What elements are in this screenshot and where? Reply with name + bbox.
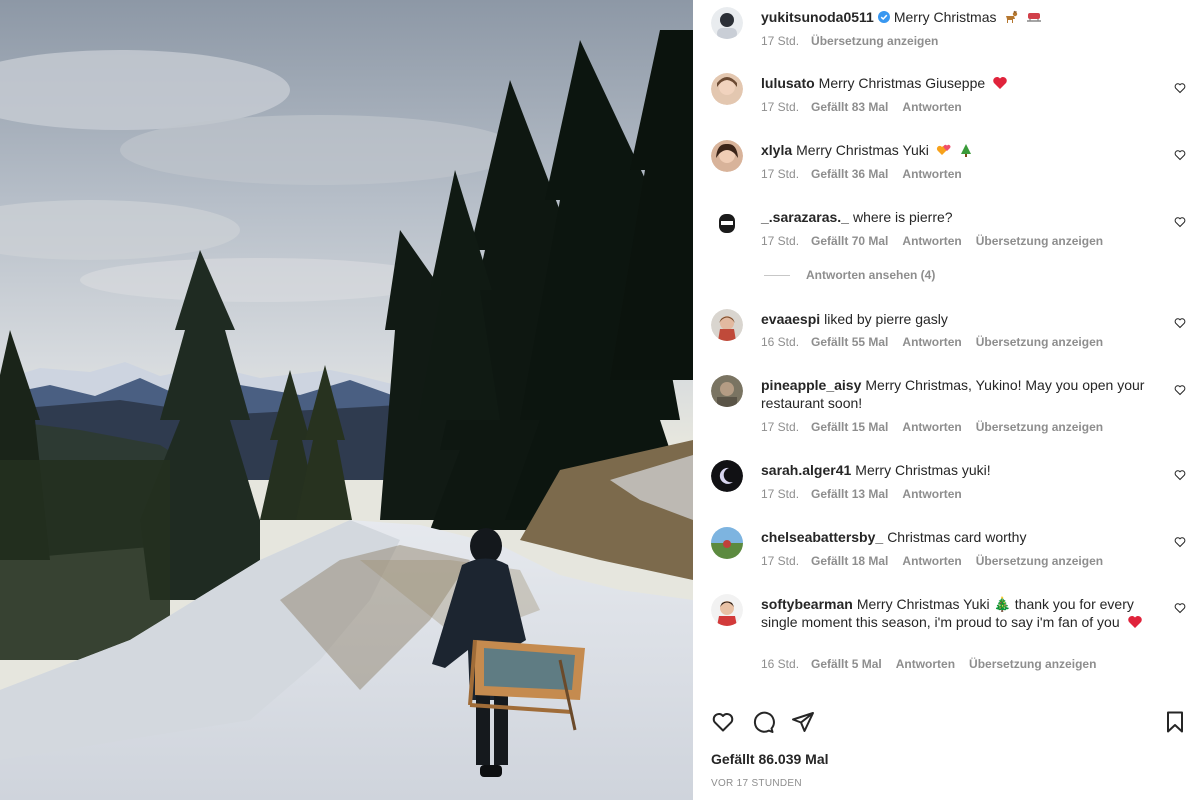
post-likes-count[interactable]: Gefällt 86.039 Mal [711, 751, 829, 767]
comments-panel: yukitsunoda0511 Merry Christmas 17 Std. Üb… [693, 0, 1200, 800]
comment-bubble-icon[interactable] [751, 710, 775, 734]
post-timestamp: VOR 17 STUNDEN [711, 778, 802, 789]
caption-time: 17 Std. [761, 34, 800, 48]
avatar[interactable] [711, 73, 743, 105]
reply-link[interactable]: Antworten [902, 487, 961, 501]
likes-count[interactable]: Gefällt 70 Mal [811, 234, 888, 248]
reply-link[interactable]: Antworten [902, 420, 961, 434]
comment-like-icon[interactable] [1174, 536, 1186, 548]
comment-text: chelseabattersby_ Christmas card worthy [761, 529, 1027, 545]
red-heart-icon [1127, 615, 1143, 633]
caption-translate-link[interactable]: Übersetzung anzeigen [811, 34, 938, 48]
comment-text: sarah.alger41 Merry Christmas yuki! [761, 462, 991, 478]
heart-outline-icon[interactable] [711, 710, 735, 734]
comment-meta: 17 Std. Gefällt 13 Mal Antworten [761, 487, 962, 501]
comment-text: lulusato Merry Christmas Giuseppe [761, 74, 1161, 94]
verified-badge-icon [877, 11, 890, 23]
comment-meta: 17 Std. Gefällt 70 Mal Antworten Übersetzun… [761, 234, 1104, 248]
comment-like-icon[interactable] [1174, 149, 1186, 161]
comment-like-icon[interactable] [1174, 384, 1186, 396]
likes-count[interactable]: Gefällt 15 Mal [811, 420, 888, 434]
comment-like-icon[interactable] [1174, 602, 1186, 614]
red-heart-icon [992, 76, 1008, 94]
translate-link[interactable]: Übersetzung anzeigen [976, 420, 1103, 434]
comment-meta: 17 Std. Gefällt 36 Mal Antworten [761, 167, 962, 181]
comment-text: softybearman Merry Christmas Yuki 🎄 thank… [761, 595, 1161, 633]
comment-text: _.sarazaras._ where is pierre? [761, 209, 953, 225]
christmas-tree-icon [959, 143, 973, 161]
avatar[interactable] [711, 460, 743, 492]
likes-count[interactable]: Gefällt 13 Mal [811, 487, 888, 501]
reply-link[interactable]: Antworten [902, 234, 961, 248]
reindeer-icon [1003, 10, 1019, 28]
reply-link[interactable]: Antworten [902, 554, 961, 568]
comment-text: evaaespi liked by pierre gasly [761, 311, 948, 327]
comment-username[interactable]: pineapple_aisy [761, 377, 861, 393]
comment-meta: 16 Std. Gefällt 55 Mal Antworten Übersetzun… [761, 335, 1104, 349]
comment-username[interactable]: sarah.alger41 [761, 462, 851, 478]
comment-like-icon[interactable] [1174, 82, 1186, 94]
winter-forest-photo [0, 0, 693, 800]
comment-meta: 17 Std. Gefällt 15 Mal Antworten Übersetzun… [761, 420, 1104, 434]
avatar[interactable] [711, 207, 743, 239]
reply-link[interactable]: Antworten [896, 657, 955, 671]
likes-count[interactable]: Gefällt 83 Mal [811, 100, 888, 114]
comment-text: pineapple_aisy Merry Christmas, Yukino! M… [761, 377, 1145, 411]
comment-text: xlyla Merry Christmas Yuki [761, 141, 1161, 161]
comment-username[interactable]: lulusato [761, 75, 815, 91]
likes-count[interactable]: Gefällt 36 Mal [811, 167, 888, 181]
comment-meta: 16 Std. Gefällt 5 Mal Antworten Übersetzung… [761, 657, 1097, 671]
avatar[interactable] [711, 309, 743, 341]
reply-link[interactable]: Antworten [902, 167, 961, 181]
translate-link[interactable]: Übersetzung anzeigen [976, 554, 1103, 568]
author-avatar[interactable] [711, 7, 743, 39]
post-caption: yukitsunoda0511 Merry Christmas [761, 8, 1181, 28]
comment-username[interactable]: chelseabattersby_ [761, 529, 883, 545]
comment-meta: 17 Std. Gefällt 83 Mal Antworten [761, 100, 962, 114]
comment-username[interactable]: xlyla [761, 142, 792, 158]
comment-like-icon[interactable] [1174, 317, 1186, 329]
translate-link[interactable]: Übersetzung anzeigen [976, 335, 1103, 349]
comment-username[interactable]: evaaespi [761, 311, 820, 327]
translate-link[interactable]: Übersetzung anzeigen [976, 234, 1103, 248]
bookmark-icon[interactable] [1163, 710, 1187, 734]
comment-username[interactable]: _.sarazaras._ [761, 209, 849, 225]
author-username[interactable]: yukitsunoda0511 [761, 9, 874, 25]
comment-like-icon[interactable] [1174, 469, 1186, 481]
reply-link[interactable]: Antworten [902, 100, 961, 114]
comment-like-icon[interactable] [1174, 216, 1186, 228]
avatar[interactable] [711, 527, 743, 559]
translate-link[interactable]: Übersetzung anzeigen [969, 657, 1096, 671]
post-action-bar [693, 700, 1200, 744]
likes-count[interactable]: Gefällt 5 Mal [811, 657, 882, 671]
caption-text: Merry Christmas [893, 9, 997, 25]
avatar[interactable] [711, 375, 743, 407]
comment-username[interactable]: softybearman [761, 596, 853, 612]
likes-count[interactable]: Gefällt 18 Mal [811, 554, 888, 568]
avatar[interactable] [711, 140, 743, 172]
two-hearts-icon [936, 143, 952, 161]
paper-plane-icon[interactable] [791, 710, 815, 734]
likes-count[interactable]: Gefällt 55 Mal [811, 335, 888, 349]
comment-meta: 17 Std. Gefällt 18 Mal Antworten Übersetzun… [761, 554, 1104, 568]
view-replies-link[interactable]: Antworten ansehen (4) [764, 268, 935, 282]
post-photo[interactable] [0, 0, 693, 800]
sled-icon [1026, 10, 1042, 28]
reply-link[interactable]: Antworten [902, 335, 961, 349]
avatar[interactable] [711, 594, 743, 626]
caption-meta: 17 Std. Übersetzung anzeigen [761, 34, 952, 48]
replies-divider [764, 274, 790, 276]
